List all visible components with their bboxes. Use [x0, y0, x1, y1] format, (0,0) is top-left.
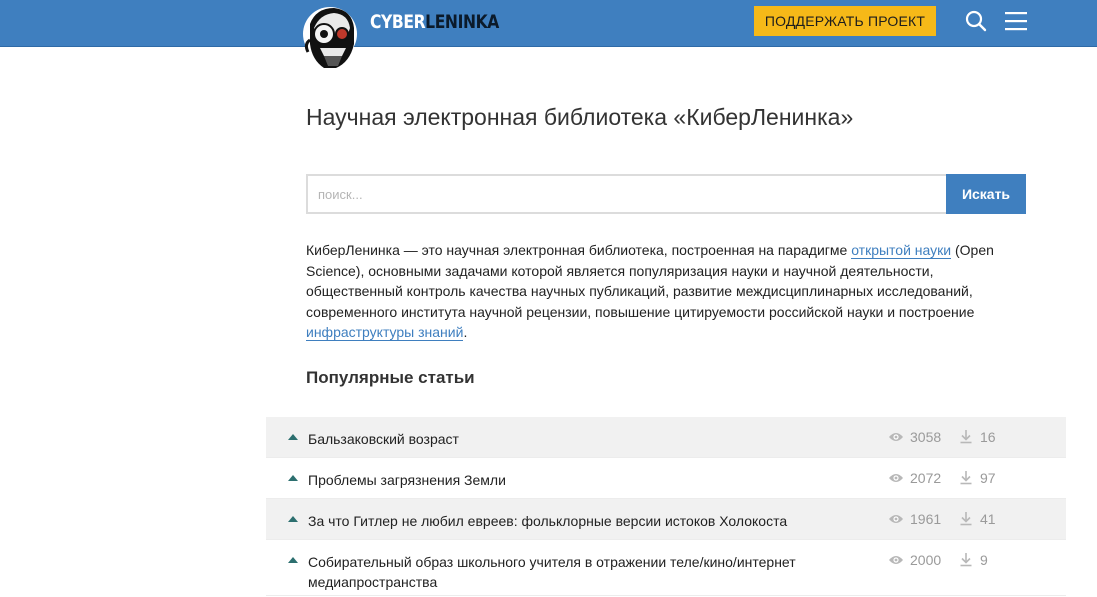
view-count: 2072: [910, 470, 942, 486]
article-row[interactable]: Бальзаковский возраст 3058 16: [266, 417, 1066, 458]
article-row[interactable]: Собирательный образ школьного учителя в …: [266, 540, 1066, 596]
lenin-robot-logo-icon[interactable]: [302, 4, 362, 72]
menu-icon[interactable]: [1005, 11, 1027, 31]
article-row[interactable]: Проблемы загрязнения Земли 2072 97: [266, 458, 1066, 499]
search-button[interactable]: Искать: [946, 174, 1026, 214]
search-input[interactable]: [306, 174, 947, 214]
eye-icon: [889, 474, 903, 482]
popular-articles-title: Популярные статьи: [306, 368, 475, 387]
download-count: 9: [980, 552, 988, 568]
triangle-up-icon: [288, 557, 298, 563]
intro-text-1: КиберЛенинка — это научная электронная б…: [306, 242, 852, 258]
download-count: 41: [980, 511, 996, 527]
article-title[interactable]: Собирательный образ школьного учителя в …: [308, 552, 868, 592]
view-count: 2000: [910, 552, 942, 568]
download-icon: [960, 553, 972, 567]
view-count: 3058: [910, 429, 942, 445]
eye-icon: [889, 433, 903, 441]
intro-paragraph: КиберЛенинка — это научная электронная б…: [306, 240, 1031, 343]
top-header: CYBERLENINKA ПОДДЕРЖАТЬ ПРОЕКТ: [0, 0, 1097, 68]
article-title[interactable]: Проблемы загрязнения Земли: [308, 470, 868, 490]
logo-text-light: CYBER: [370, 11, 426, 33]
download-icon: [960, 471, 972, 485]
download-count: 16: [980, 429, 996, 445]
triangle-up-icon: [288, 516, 298, 522]
download-icon: [960, 512, 972, 526]
eye-icon: [889, 556, 903, 564]
intro-text-3: .: [463, 324, 468, 340]
open-science-link[interactable]: открытой науки: [851, 242, 952, 259]
article-title[interactable]: За что Гитлер не любил евреев: фольклорн…: [308, 511, 868, 531]
eye-icon: [889, 515, 903, 523]
download-icon: [960, 430, 972, 444]
search-icon[interactable]: [965, 10, 987, 32]
knowledge-infrastructure-link[interactable]: инфраструктуры знаний: [306, 324, 464, 341]
view-count: 1961: [910, 511, 942, 527]
article-row[interactable]: За что Гитлер не любил евреев: фольклорн…: [266, 499, 1066, 540]
page-title: Научная электронная библиотека «КиберЛен…: [306, 104, 854, 130]
logo-wordmark[interactable]: CYBERLENINKA: [370, 11, 499, 35]
download-count: 97: [980, 470, 996, 486]
support-project-button[interactable]: ПОДДЕРЖАТЬ ПРОЕКТ: [754, 6, 936, 36]
triangle-up-icon: [288, 434, 298, 440]
logo-text-dark: LENINKA: [425, 11, 499, 33]
triangle-up-icon: [288, 475, 298, 481]
popular-articles-list: Бальзаковский возраст 3058 16 Проблемы з…: [266, 417, 1066, 596]
article-title[interactable]: Бальзаковский возраст: [308, 429, 868, 449]
